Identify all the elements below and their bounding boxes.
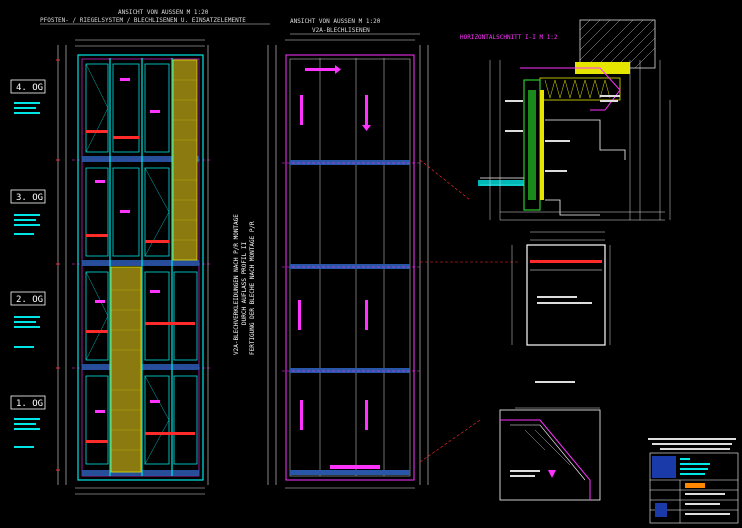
view1-title-1: ANSICHT VON AUSSEN M 1:20 [118, 9, 209, 16]
vertical-note-2: DURCH AUFLASS PROFIL II [241, 242, 248, 325]
section-title: HORIZONTALSCHNITT I-I M 1:2 [460, 34, 558, 41]
vertical-note-3: FERTIGUNG DER BLECHE NACH MONTAGE P/R [249, 221, 256, 355]
view2-title-1: ANSICHT VON AUSSEN M 1:20 [290, 18, 381, 25]
cad-drawing: ANSICHT VON AUSSEN M 1:20 PFOSTEN- / RIE… [10, 9, 739, 524]
floor-label-1og: 1. OG [16, 399, 43, 409]
title-block [648, 438, 739, 524]
detail-eckausbildung [499, 407, 601, 501]
facade-elevation-2 [267, 39, 429, 489]
view1-title-2: PFOSTEN- / RIEGELSYSTEM / BLECHLISENEN U… [40, 17, 246, 24]
facade-elevation-1 [56, 39, 210, 495]
floor-label-3og: 3. OG [16, 193, 43, 203]
floor-labels: 4. OG 3. OG 2. OG 1. OG [10, 79, 46, 448]
leader-lines [419, 159, 520, 463]
floor-label-2og: 2. OG [16, 295, 43, 305]
horizontal-section-detail [478, 19, 671, 221]
view2-title-2: V2A-BLECHLISENEN [312, 27, 370, 34]
vertical-note-1: V2A-BLECHVERKLEIDUNGEN NACH P/R MONTAGE [233, 214, 240, 355]
floor-label-4og: 4. OG [16, 83, 43, 93]
detail-blechanschluss [511, 231, 611, 383]
vertical-note: V2A-BLECHVERKLEIDUNGEN NACH P/R MONTAGE … [233, 214, 256, 355]
